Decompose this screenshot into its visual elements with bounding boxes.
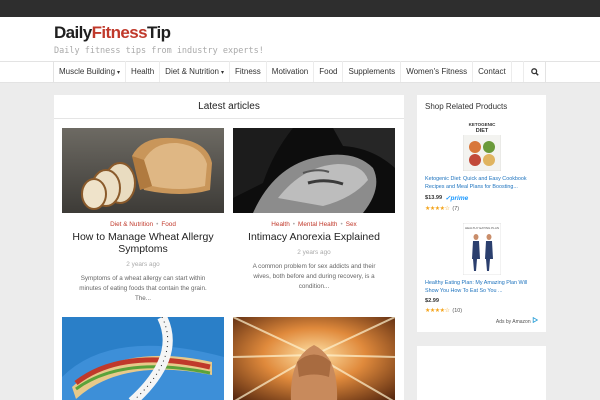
nav-item-diet-nutrition[interactable]: Diet & Nutrition ▾ bbox=[160, 61, 230, 82]
star-rating-icon: ★★★★☆ bbox=[425, 308, 450, 314]
post-card: Diet & Nutrition • Food How to Manage Whea… bbox=[62, 128, 224, 304]
woman-face-image bbox=[233, 128, 395, 213]
search-icon bbox=[530, 67, 539, 76]
post-card: Health • Mental Health • Sex Intimacy Anorex… bbox=[233, 128, 395, 292]
product-image[interactable]: KETOGENIC DIET bbox=[425, 119, 538, 171]
post-excerpt: Symptoms of a wheat allergy can start wi… bbox=[79, 275, 207, 302]
product-price: $13.99 bbox=[425, 195, 443, 201]
site-tagline: Daily fitness tips from industry experts… bbox=[54, 46, 264, 56]
site-logo[interactable]: DailyFitnessTip bbox=[54, 23, 171, 43]
nav-item-muscle-building[interactable]: Muscle Building ▾ bbox=[54, 61, 127, 82]
post-categories: Health • Mental Health • Sex bbox=[233, 221, 395, 228]
healthy-eating-book-cover: HEALTHY EATING PLAN bbox=[462, 223, 501, 275]
post-card bbox=[233, 317, 395, 400]
post-card bbox=[62, 317, 224, 400]
post-excerpt: A common problem for sex addicts and the… bbox=[252, 263, 376, 290]
post-date: 2 years ago bbox=[297, 249, 331, 256]
post-thumbnail-headache[interactable] bbox=[233, 317, 395, 400]
cover-title-line2: DIET bbox=[475, 128, 488, 134]
separator: • bbox=[292, 221, 296, 228]
nav-item-supplements[interactable]: Supplements bbox=[343, 61, 402, 82]
chevron-down-icon: ▾ bbox=[117, 70, 121, 76]
product-title[interactable]: Ketogenic Diet: Quick and Easy Cookbook … bbox=[425, 175, 538, 191]
cover-title: HEALTHY EATING PLAN bbox=[464, 226, 498, 230]
prime-badge: ✓prime bbox=[445, 195, 469, 202]
separator: • bbox=[156, 221, 159, 228]
product-item[interactable]: KETOGENIC DIET Ketogenic Diet: Quick and… bbox=[425, 119, 538, 212]
nav-item-motivation[interactable]: Motivation bbox=[267, 61, 315, 82]
nav-label: Motivation bbox=[271, 67, 309, 76]
post-thumbnail-sandwich[interactable] bbox=[62, 317, 224, 400]
ads-by-amazon[interactable]: Ads by Amazon bbox=[495, 316, 539, 325]
nav-item-womens-fitness[interactable]: Women's Fitness bbox=[401, 61, 474, 82]
headache-image bbox=[233, 317, 395, 400]
nav-item-health[interactable]: Health bbox=[126, 61, 161, 82]
post-date: 2 years ago bbox=[126, 261, 160, 268]
logo-text-tip: Tip bbox=[146, 23, 171, 42]
nav-label: Women's Fitness bbox=[406, 67, 468, 76]
category-link[interactable]: Sex bbox=[346, 221, 357, 228]
category-link[interactable]: Food bbox=[161, 221, 176, 228]
nav-label: Fitness bbox=[234, 67, 261, 76]
product-rating-row: ★★★★☆ (10) bbox=[425, 307, 538, 315]
widget-title: Shop Related Products bbox=[425, 102, 508, 111]
nav-label: Food bbox=[319, 67, 338, 76]
product-price: $2.99 bbox=[425, 298, 439, 304]
nav-label: Supplements bbox=[348, 67, 396, 76]
nav-item-fitness[interactable]: Fitness bbox=[230, 61, 267, 82]
post-title[interactable]: Intimacy Anorexia Explained bbox=[233, 231, 395, 243]
rating-count[interactable]: (7) bbox=[452, 206, 459, 212]
nav-label: Contact bbox=[478, 67, 506, 76]
latest-articles-panel: Latest articles Diet & Nutrition • Food Ho… bbox=[54, 95, 404, 400]
post-thumbnail-bread[interactable] bbox=[62, 128, 224, 213]
logo-text-fitness: Fitness bbox=[91, 23, 148, 42]
sidebar-widget-secondary bbox=[417, 346, 546, 400]
rating-count[interactable]: (10) bbox=[452, 308, 462, 314]
nav-item-food[interactable]: Food bbox=[314, 61, 344, 82]
sandwich-image bbox=[62, 317, 224, 400]
bread-image bbox=[62, 128, 224, 213]
adchoices-icon bbox=[532, 316, 539, 324]
product-item[interactable]: HEALTHY EATING PLAN Healthy Eating Plan:… bbox=[425, 223, 538, 314]
chevron-down-icon: ▾ bbox=[220, 70, 224, 76]
post-categories: Diet & Nutrition • Food bbox=[62, 221, 224, 228]
top-bar bbox=[0, 0, 600, 17]
product-price-row: $13.99 ✓prime bbox=[425, 194, 538, 202]
ads-by-label: Ads by Amazon bbox=[495, 319, 531, 325]
main-nav: Muscle Building ▾ Health Diet & Nutrition… bbox=[0, 61, 600, 83]
site-header: DailyFitnessTip Daily fitness tips from … bbox=[0, 17, 600, 61]
category-link[interactable]: Mental Health bbox=[298, 221, 337, 228]
post-thumbnail-intimacy[interactable] bbox=[233, 128, 395, 213]
cover-title-line1: KETOGENIC bbox=[468, 122, 495, 127]
product-price-row: $2.99 bbox=[425, 298, 538, 304]
product-image[interactable]: HEALTHY EATING PLAN bbox=[425, 223, 538, 275]
keto-book-cover: KETOGENIC DIET bbox=[462, 119, 501, 171]
post-title[interactable]: How to Manage Wheat Allergy Symptoms bbox=[62, 231, 224, 255]
category-link[interactable]: Health bbox=[271, 221, 289, 228]
product-rating-row: ★★★★☆ (7) bbox=[425, 205, 538, 213]
nav-label: Health bbox=[131, 67, 155, 76]
nav-bar: Muscle Building ▾ Health Diet & Nutrition… bbox=[53, 61, 546, 83]
nav-label: Muscle Building bbox=[59, 67, 116, 76]
nav-search-button[interactable] bbox=[523, 61, 545, 82]
section-title: Latest articles bbox=[54, 95, 404, 119]
star-rating-icon: ★★★★☆ bbox=[425, 206, 450, 212]
product-title[interactable]: Healthy Eating Plan: My Amazing Plan Wil… bbox=[425, 279, 538, 295]
logo-text-daily: Daily bbox=[54, 23, 92, 42]
nav-item-contact[interactable]: Contact bbox=[473, 61, 512, 82]
separator: • bbox=[340, 221, 343, 228]
nav-label: Diet & Nutrition bbox=[165, 67, 219, 76]
sidebar-widget-products: Shop Related Products KETOGENIC DIET Ket… bbox=[417, 95, 546, 332]
category-link[interactable]: Diet & Nutrition bbox=[110, 221, 153, 228]
